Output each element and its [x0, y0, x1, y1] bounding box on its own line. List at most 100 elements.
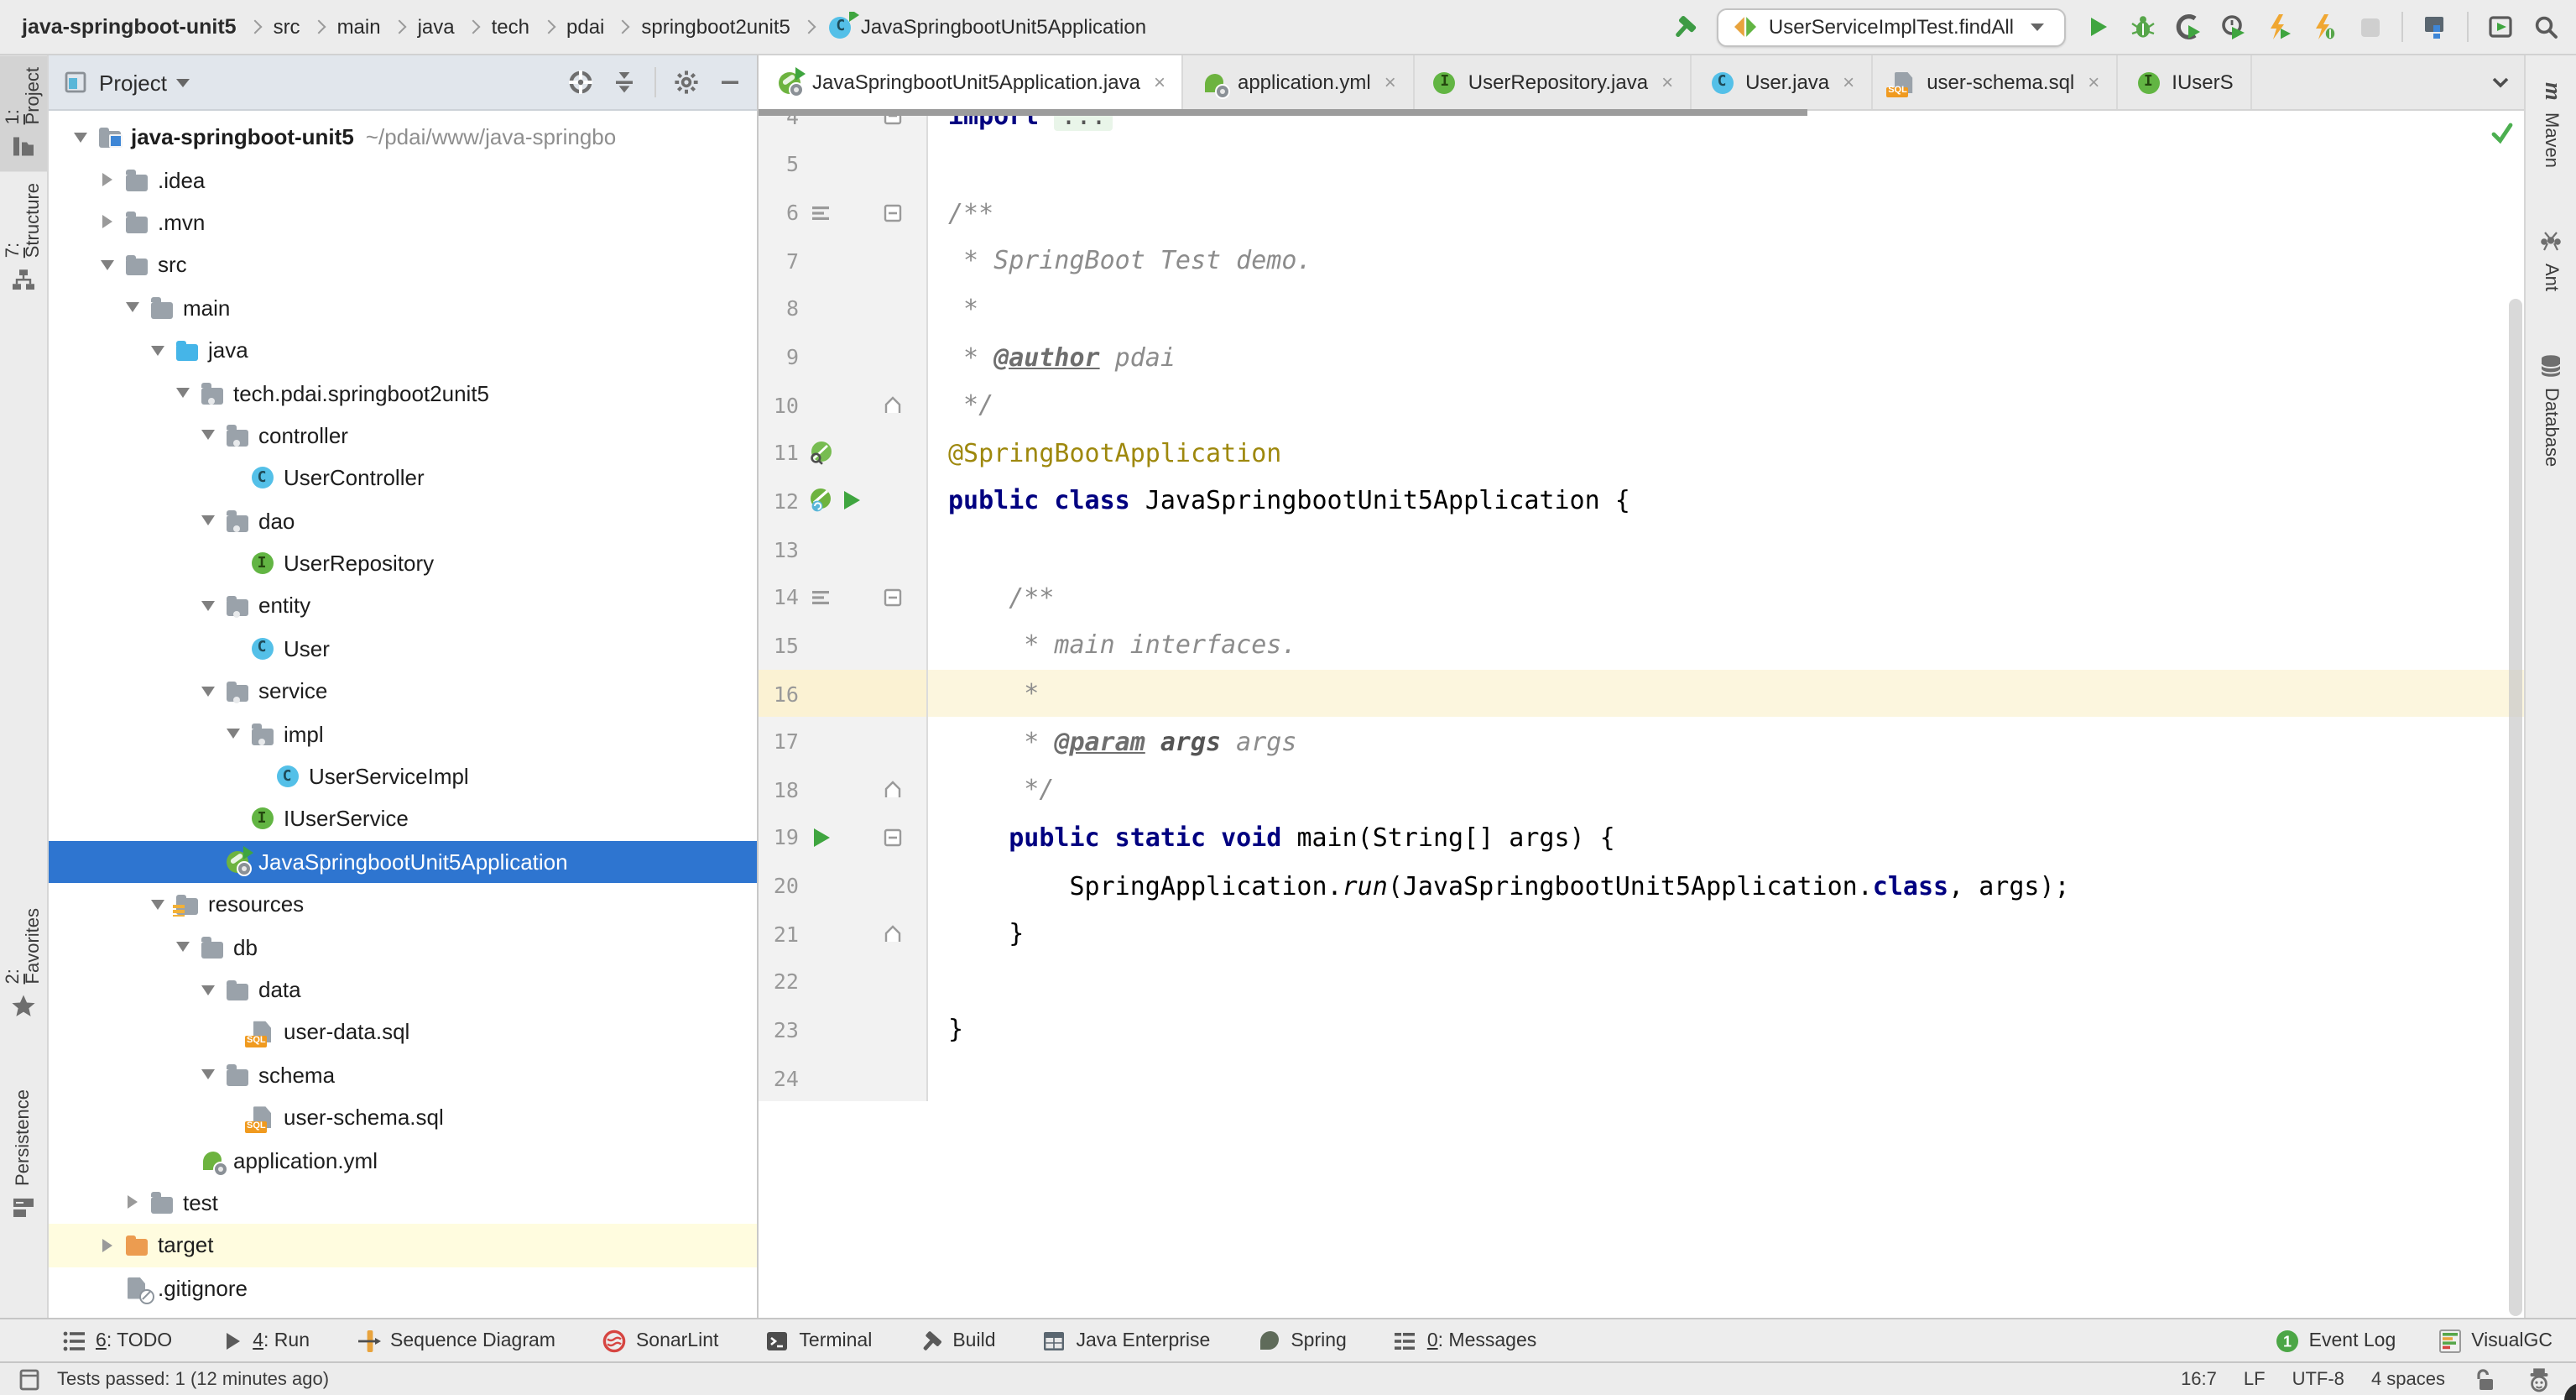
close-icon[interactable]: ×	[2088, 71, 2099, 94]
tree-item-java-springboot-unit5[interactable]: java-springboot-unit5~/pdai/www/java-spr…	[49, 116, 757, 159]
tree-expand-arrow-icon[interactable]	[121, 303, 144, 313]
breadcrumb-item-src[interactable]: src	[269, 13, 305, 40]
code-line-15[interactable]: 15 * main interfaces.	[759, 621, 2524, 669]
status-item-16-7[interactable]: 16:7	[2181, 1369, 2217, 1389]
tool-button-2-favorites[interactable]: 2: Favorites	[0, 896, 47, 1031]
collapse-all-icon[interactable]	[611, 69, 638, 96]
close-icon[interactable]: ×	[1661, 71, 1673, 94]
hector-icon[interactable]	[2526, 1366, 2553, 1392]
code-line-11[interactable]: 11@SpringBootApplication	[759, 429, 2524, 477]
code-line-10[interactable]: 10 */	[759, 381, 2524, 429]
fold-marker[interactable]	[878, 920, 908, 947]
code-line-17[interactable]: 17 * @param args args	[759, 718, 2524, 765]
hidden-tabs-chevron[interactable]	[2477, 55, 2524, 109]
code-line-6[interactable]: 6/**	[759, 189, 2524, 237]
hammer-green-icon[interactable]	[1671, 13, 1698, 40]
code-line-16[interactable]: 16 *	[759, 669, 2524, 717]
tool-button-1-project[interactable]: 1: Project	[0, 55, 47, 171]
search-icon[interactable]	[2532, 13, 2559, 40]
breadcrumb-item-java[interactable]: java	[413, 13, 460, 40]
toolwindow-button-4-run[interactable]: 4: Run	[217, 1327, 310, 1354]
tree-expand-arrow-icon[interactable]	[196, 601, 220, 611]
code-line-18[interactable]: 18 */	[759, 765, 2524, 813]
fold-marker[interactable]	[878, 776, 908, 803]
fold-end-icon[interactable]	[879, 391, 906, 418]
editor-tab-application-yml[interactable]: application.yml×	[1184, 55, 1415, 109]
tree-item-usercontroller[interactable]: CUserController	[49, 457, 757, 499]
breadcrumb-item-javaspringbootunit5application[interactable]: CJavaSpringbootUnit5Application	[822, 12, 1151, 42]
tree-expand-arrow-icon[interactable]	[222, 729, 245, 739]
breadcrumb-item-main[interactable]: main	[332, 13, 386, 40]
profiler-icon[interactable]	[2220, 13, 2247, 40]
fold-end-icon[interactable]	[879, 776, 906, 803]
services-icon[interactable]	[2487, 13, 2514, 40]
tree-expand-arrow-icon[interactable]	[196, 431, 220, 441]
tree-item-impl[interactable]: impl	[49, 713, 757, 755]
inspections-ok-icon[interactable]	[2489, 119, 2516, 146]
toolwindow-button-sequence-diagram[interactable]: Sequence Diagram	[355, 1327, 555, 1354]
code-editor[interactable]: 4import ...56/**7 * SpringBoot Test demo…	[759, 111, 2524, 1318]
tree-expand-arrow-icon[interactable]	[196, 515, 220, 525]
tree-item-main[interactable]: main	[49, 286, 757, 329]
status-item-4-spaces[interactable]: 4 spaces	[2371, 1369, 2445, 1389]
fold-marker[interactable]	[878, 583, 908, 610]
springboot-gutter-icon[interactable]	[807, 488, 834, 515]
editor-tab-user-java[interactable]: CUser.java×	[1692, 55, 1873, 109]
chevron-down-icon[interactable]	[177, 78, 190, 86]
tree-item-test[interactable]: test	[49, 1182, 757, 1225]
code-line-12[interactable]: 12public class JavaSpringbootUnit5Applic…	[759, 477, 2524, 525]
run-configuration-select[interactable]: UserServiceImplTest.findAll	[1717, 8, 2066, 46]
fold-marker[interactable]	[878, 199, 908, 226]
breadcrumb-item-tech[interactable]: tech	[487, 13, 534, 40]
editor-tab-javaspringbootunit5application-java[interactable]: JavaSpringbootUnit5Application.java×	[759, 55, 1184, 109]
tree-item-dao[interactable]: dao	[49, 499, 757, 542]
toolwindow-button-6-todo[interactable]: 6: TODO	[60, 1327, 172, 1354]
tree-item-idea[interactable]: .idea	[49, 159, 757, 201]
breadcrumb-item-pdai[interactable]: pdai	[561, 13, 609, 40]
editor-tab-user-schema-sql[interactable]: SQLuser-schema.sql×	[1873, 55, 2118, 109]
toolwindow-button-spring[interactable]: Spring	[1255, 1327, 1347, 1354]
close-icon[interactable]: ×	[1154, 71, 1165, 94]
code-line-14[interactable]: 14 /**	[759, 573, 2524, 621]
tree-item-tech-pdai-springboot2unit5[interactable]: tech.pdai.springboot2unit5	[49, 372, 757, 415]
fold-marker[interactable]	[878, 391, 908, 418]
status-item-utf-8[interactable]: UTF-8	[2292, 1369, 2344, 1389]
code-line-23[interactable]: 23}	[759, 1006, 2524, 1053]
tree-item-userserviceimpl[interactable]: CUserServiceImpl	[49, 755, 757, 798]
fold-end-icon[interactable]	[879, 920, 906, 947]
tool-button-database[interactable]: Database	[2534, 340, 2568, 478]
tool-button-persistence[interactable]: Persistence	[7, 1078, 40, 1233]
tree-expand-arrow-icon[interactable]	[146, 899, 169, 909]
toolwindow-button-sonarlint[interactable]: SonarLint	[601, 1327, 718, 1354]
editor-tab-userrepository-java[interactable]: IUserRepository.java×	[1415, 55, 1692, 109]
code-line-19[interactable]: 19 public static void main(String[] args…	[759, 813, 2524, 861]
tree-item-java[interactable]: java	[49, 329, 757, 372]
toolwindow-button-terminal[interactable]: Terminal	[764, 1327, 872, 1354]
tree-expand-arrow-icon[interactable]	[196, 1070, 220, 1080]
lock-open-icon[interactable]	[2472, 1366, 2499, 1392]
tree-item-user-schema-sql[interactable]: SQLuser-schema.sql	[49, 1096, 757, 1139]
fold-open-icon[interactable]	[879, 199, 906, 226]
code-line-8[interactable]: 8 *	[759, 285, 2524, 332]
tree-item-user-data-sql[interactable]: SQLuser-data.sql	[49, 1011, 757, 1053]
code-line-5[interactable]: 5	[759, 140, 2524, 188]
minus-icon[interactable]	[717, 69, 743, 96]
tool-button-maven[interactable]: mMaven	[2534, 65, 2568, 180]
tree-item-javaspringbootunit5application[interactable]: JavaSpringbootUnit5Application	[49, 840, 757, 883]
status-item-lf[interactable]: LF	[2244, 1369, 2266, 1389]
tool-button-ant[interactable]: Ant	[2534, 217, 2568, 303]
tree-expand-arrow-icon[interactable]	[146, 345, 169, 355]
code-line-9[interactable]: 9 * @author pdai	[759, 332, 2524, 380]
tree-item-userrepository[interactable]: IUserRepository	[49, 542, 757, 585]
code-line-20[interactable]: 20 SpringApplication.run(JavaSpringbootU…	[759, 862, 2524, 910]
tree-expand-arrow-icon[interactable]	[171, 388, 195, 398]
fold-open-icon[interactable]	[879, 583, 906, 610]
tree-item-data[interactable]: data	[49, 969, 757, 1011]
bolt-debug-icon[interactable]	[2311, 13, 2338, 40]
toolwindow-button-visualgc[interactable]: VisualGC	[2436, 1327, 2553, 1354]
tree-expand-arrow-icon[interactable]	[96, 260, 119, 270]
code-line-24[interactable]: 24	[759, 1054, 2524, 1102]
spring-bean-icon[interactable]	[807, 440, 834, 467]
breadcrumb-item-java-springboot-unit5[interactable]: java-springboot-unit5	[17, 13, 242, 40]
toolwindow-button-java-enterprise[interactable]: Java Enterprise	[1041, 1327, 1211, 1354]
